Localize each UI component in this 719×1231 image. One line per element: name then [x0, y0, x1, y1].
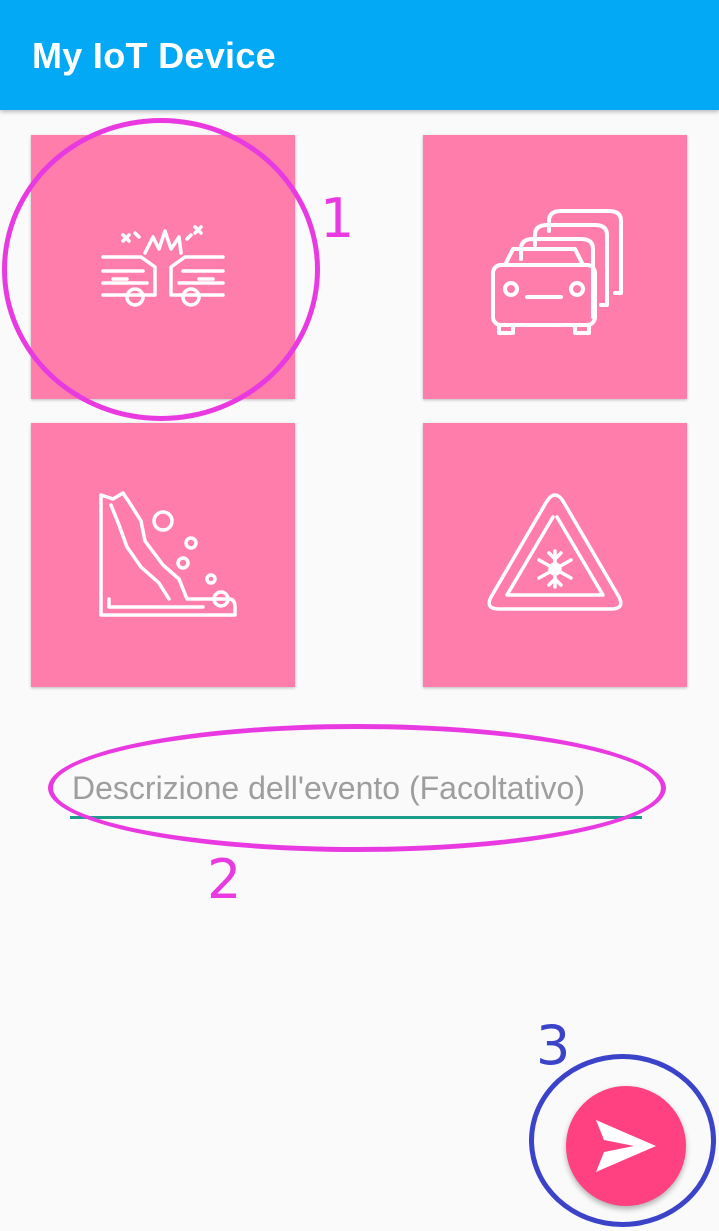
app-bar: My IoT Device [0, 0, 719, 110]
send-icon [596, 1120, 656, 1172]
event-description-input[interactable] [70, 760, 642, 819]
landslide-icon [99, 491, 237, 617]
event-tile-ice-warning[interactable] [423, 423, 687, 687]
send-button[interactable] [566, 1086, 686, 1206]
event-tile-car-crash[interactable] [31, 135, 295, 399]
annotation-label-3: 3 [536, 1014, 571, 1077]
traffic-jam-icon [491, 209, 623, 335]
annotation-label-2: 2 [207, 848, 242, 911]
event-tile-landslide[interactable] [31, 423, 295, 687]
annotation-label-1: 1 [320, 187, 355, 250]
ice-warning-icon [487, 493, 623, 611]
app-title: My IoT Device [32, 35, 276, 76]
car-crash-icon [101, 225, 225, 307]
event-tile-traffic-jam[interactable] [423, 135, 687, 399]
